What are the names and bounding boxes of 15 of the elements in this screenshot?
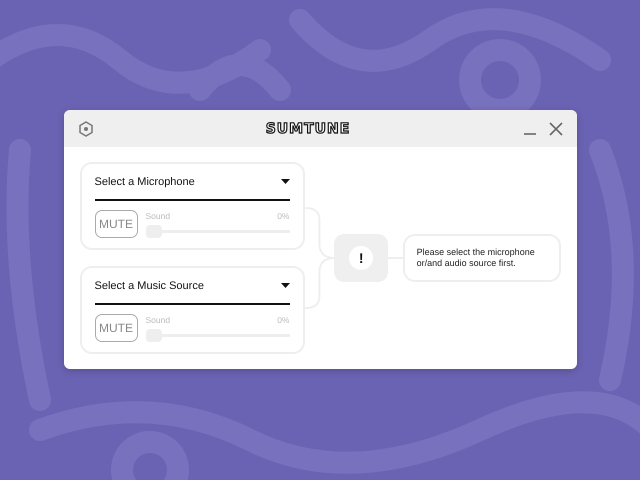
- caret-icon: [280, 282, 290, 288]
- source-dropdown[interactable]: Select a Microphone: [94, 164, 290, 201]
- sound-reading: 0%: [277, 210, 290, 220]
- caret-icon: [280, 178, 290, 184]
- exclamation-icon: !: [349, 246, 374, 270]
- sound-label: Sound: [146, 210, 170, 220]
- alert-message: Please select the microphone or/and audio source first.: [402, 234, 561, 282]
- close-icon[interactable]: [548, 122, 562, 136]
- app-logo: SUMTUNE: [264, 120, 352, 136]
- mute-button[interactable]: MUTE: [94, 314, 138, 342]
- sound-reading: 0%: [277, 314, 290, 324]
- settings-icon[interactable]: [78, 120, 94, 136]
- sound-label: Sound: [146, 314, 170, 324]
- source-dropdown[interactable]: Select a Music Source: [94, 268, 290, 305]
- mute-button[interactable]: MUTE: [94, 210, 138, 238]
